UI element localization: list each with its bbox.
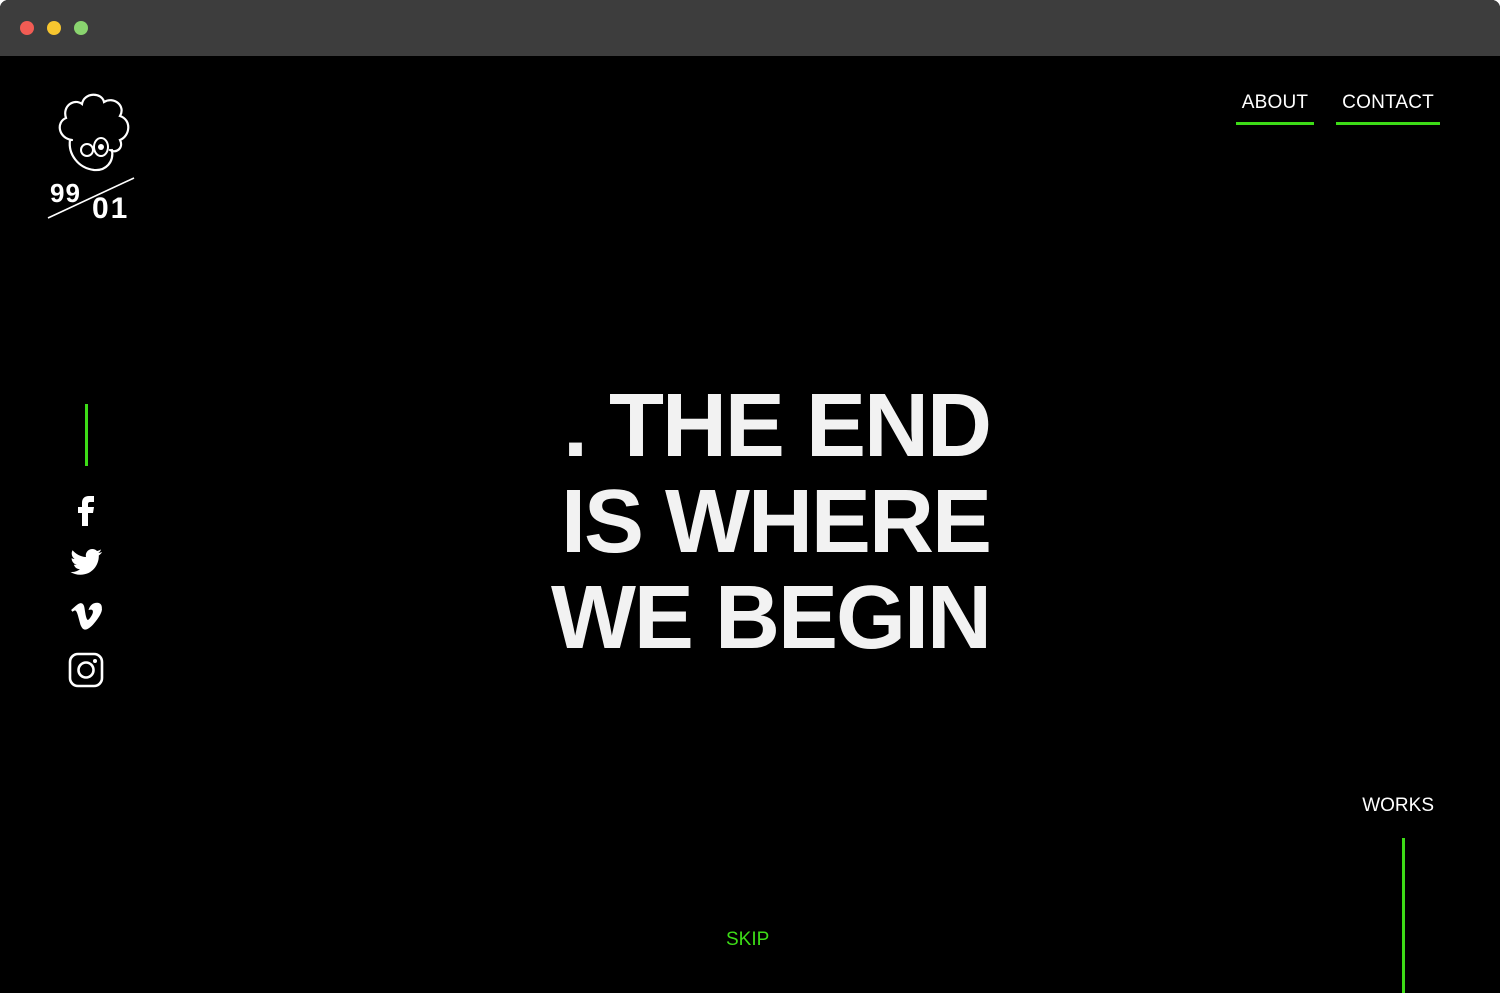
social-divider-line [84,404,88,466]
svg-text:01: 01 [92,192,129,224]
close-window-button[interactable] [20,21,34,35]
social-sidebar [64,404,108,704]
window-titlebar [0,0,1500,56]
svg-text:99: 99 [50,178,81,208]
minimize-window-button[interactable] [47,21,61,35]
skip-button[interactable]: SKIP [726,929,769,951]
hero-line-1: . THE END [562,376,992,476]
maximize-window-button[interactable] [74,21,88,35]
mascot-logo-icon[interactable]: 99 01 [44,90,140,224]
top-navigation: ABOUT CONTACT [1235,92,1440,125]
hero-line-3: WE BEGIN [550,568,992,668]
twitter-icon[interactable] [66,542,106,582]
page-viewport: 99 01 ABOUT CONTACT . THE END IS WHERE W… [0,56,1500,993]
nav-link-contact[interactable]: CONTACT [1336,92,1440,125]
hero-line-2: IS WHERE [560,472,992,572]
nav-link-about[interactable]: ABOUT [1235,92,1315,125]
vimeo-icon[interactable] [66,596,106,636]
instagram-icon[interactable] [66,650,106,690]
facebook-icon[interactable] [66,488,106,528]
hero-headline: . THE END IS WHERE WE BEGIN [520,376,992,668]
works-indicator-line [1402,838,1405,993]
works-link[interactable]: WORKS [1362,795,1434,817]
browser-window: 99 01 ABOUT CONTACT . THE END IS WHERE W… [0,0,1500,993]
